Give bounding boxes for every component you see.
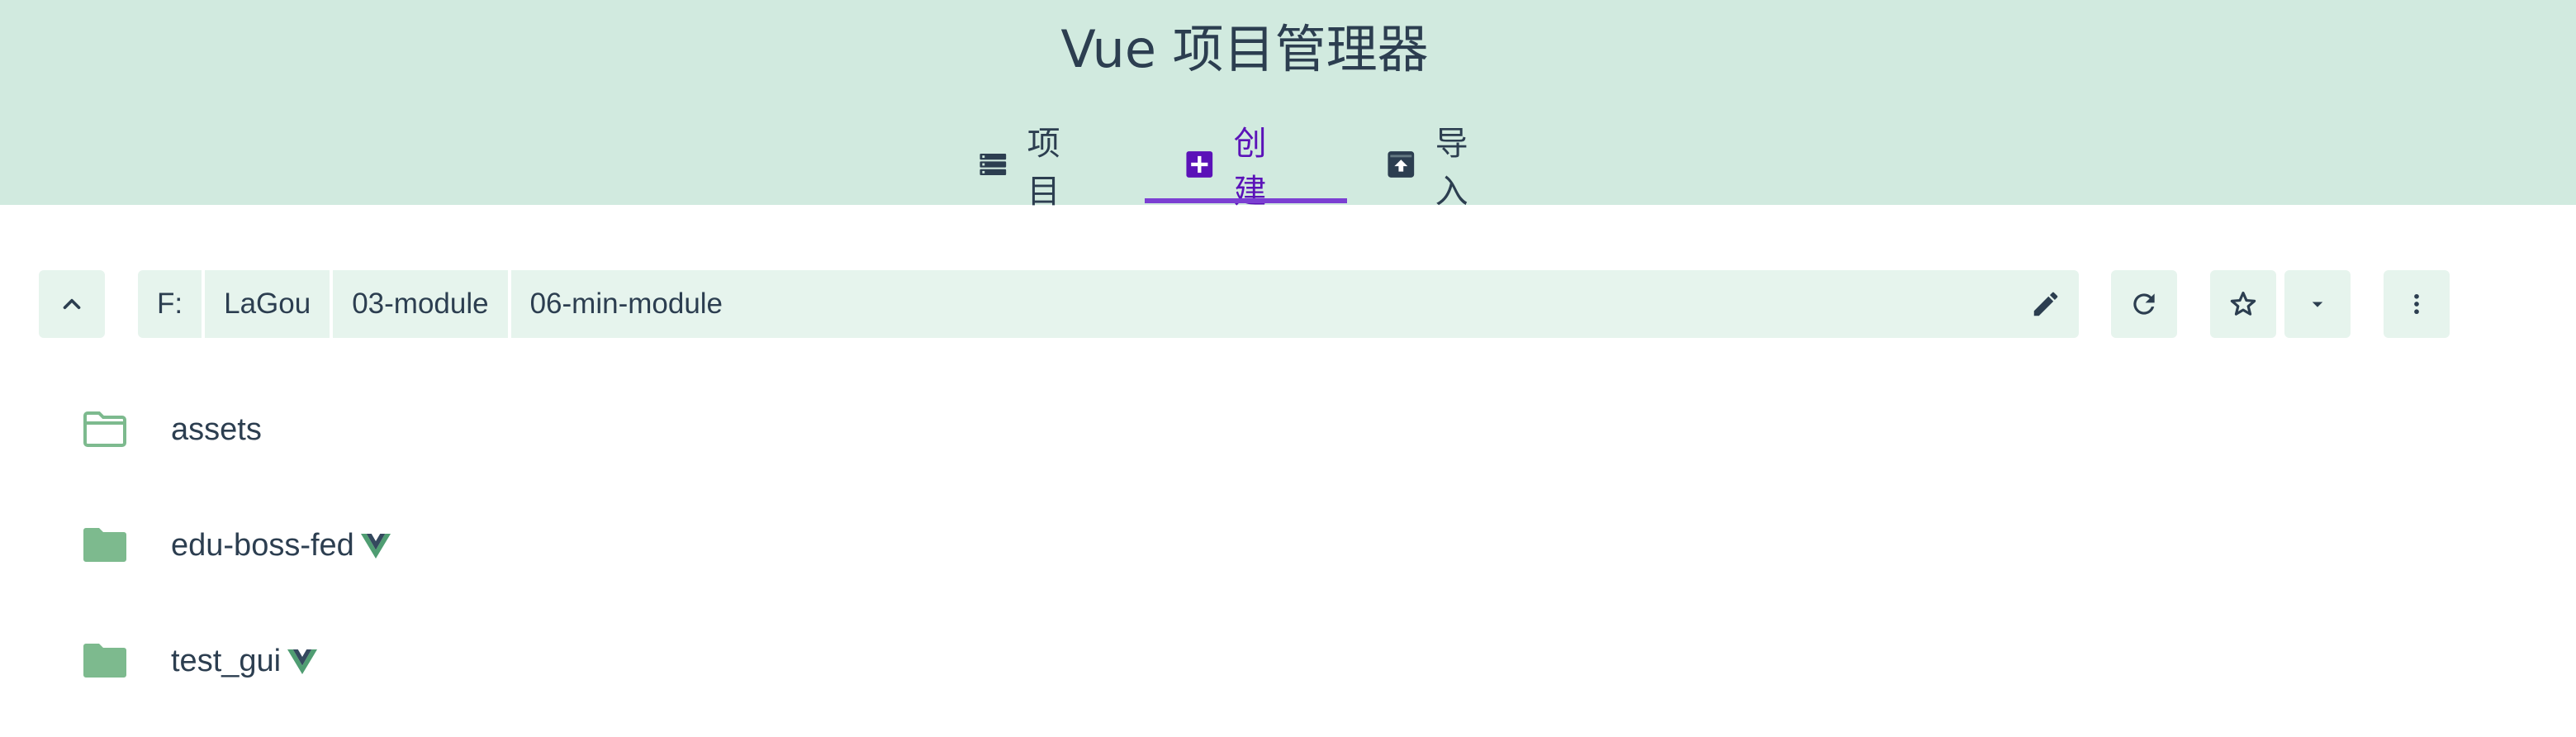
folder-outline-icon [83, 411, 126, 447]
tab-import[interactable]: 导入 [1387, 124, 1481, 211]
vue-logo-icon [287, 649, 318, 675]
plus-box-icon [1186, 151, 1213, 178]
active-tab-indicator [1145, 198, 1347, 203]
refresh-button[interactable] [2111, 270, 2177, 338]
tab-projects[interactable]: 项目 [979, 124, 1073, 211]
archive-upload-icon [1388, 151, 1415, 178]
parent-folder-button[interactable] [39, 270, 105, 338]
folder-item[interactable]: edu-boss-fed [0, 487, 2576, 603]
folder-icon [83, 644, 126, 678]
folder-name: assets [171, 411, 262, 447]
path-breadcrumb: F: LaGou 03-module 06-min-module [138, 270, 2079, 338]
more-vertical-icon [2414, 293, 2419, 315]
path-segment-drive[interactable]: F: [138, 270, 206, 338]
star-outline-icon [2230, 291, 2256, 316]
more-options-button[interactable] [2384, 270, 2450, 338]
path-segment-current[interactable]: 06-min-module [511, 270, 2013, 338]
path-segment[interactable]: 03-module [333, 270, 511, 338]
folder-name: test_gui [171, 643, 282, 678]
chevron-up-icon [63, 298, 81, 310]
refresh-icon [2133, 293, 2155, 315]
pencil-icon [2033, 292, 2058, 316]
folder-item[interactable]: assets [0, 372, 2576, 487]
app-header: Vue 项目管理器 项目 创建 导入 [0, 0, 2576, 211]
tab-label: 导入 [1435, 125, 1468, 211]
folder-icon [83, 528, 126, 562]
edit-path-button[interactable] [2013, 270, 2079, 338]
folder-name-wrap: edu-boss-fed [171, 528, 391, 563]
folder-name: edu-boss-fed [171, 527, 354, 563]
caret-down-icon [2312, 302, 2323, 307]
folder-explorer-toolbar: F: LaGou 03-module 06-min-module [0, 270, 2576, 338]
folder-name-wrap: test_gui [171, 643, 318, 679]
path-segment[interactable]: LaGou [205, 270, 334, 338]
list-icon [980, 154, 1007, 175]
folder-item[interactable]: test_gui [0, 603, 2576, 719]
vue-logo-icon [360, 534, 391, 559]
favorite-button[interactable] [2210, 270, 2276, 338]
tab-label: 项目 [1027, 125, 1060, 211]
app-title: Vue 项目管理器 [1060, 19, 1429, 79]
tab-create[interactable]: 创建 [1185, 124, 1279, 211]
favorites-dropdown-button[interactable] [2284, 270, 2351, 338]
